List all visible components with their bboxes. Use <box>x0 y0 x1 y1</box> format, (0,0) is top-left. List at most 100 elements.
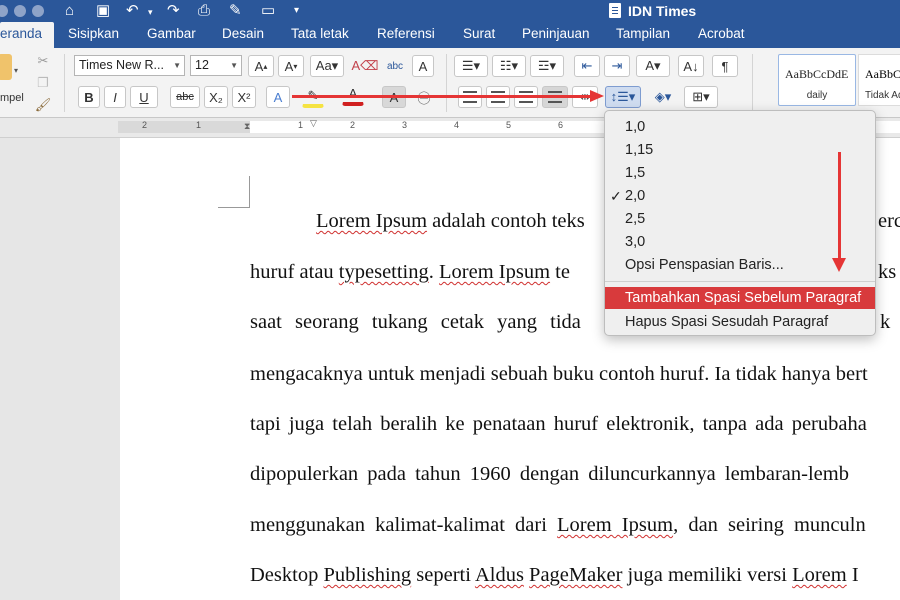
menu-item-line-spacing-options[interactable]: Opsi Penspasian Baris... <box>625 255 784 275</box>
tab-peninjauan[interactable]: Peninjauan <box>516 22 596 48</box>
redo-icon[interactable]: ↷ <box>167 1 180 21</box>
cut-icon[interactable]: ✂ <box>32 50 54 72</box>
title-bar: ⌂ ▣ ↶ ▾ ↷ ⎙ ✎ ▭ ▾ IDN Times <box>0 0 900 22</box>
doc-fragment: ks <box>878 261 897 283</box>
phonetic-icon[interactable]: abc <box>382 55 408 77</box>
window-zoom-dot[interactable] <box>32 5 44 17</box>
customize-dropdown-icon[interactable]: ▾ <box>294 1 299 21</box>
menu-item-2-0[interactable]: 2,0 <box>625 186 645 206</box>
show-marks-button[interactable]: ¶ <box>712 55 738 77</box>
superscript-button[interactable]: X² <box>232 86 256 108</box>
save-icon[interactable]: ▣ <box>96 1 110 21</box>
italic-button[interactable]: I <box>104 86 126 108</box>
doc-line-2[interactable]: huruf atau typesetting. Lorem Ipsum te <box>250 261 570 284</box>
decrease-indent-button[interactable]: ⇤ <box>574 55 600 77</box>
tab-tata-letak[interactable]: Tata letak <box>285 22 355 48</box>
indent-marker-icon[interactable]: ⧗ <box>244 121 250 132</box>
window-minimize-dot[interactable] <box>14 5 26 17</box>
menu-item-1-0[interactable]: 1,0 <box>625 117 645 137</box>
line-spacing-menu: 1,0 1,15 1,5 ✓ 2,0 2,5 3,0 Opsi Penspasi… <box>604 110 876 336</box>
tab-referensi[interactable]: Referensi <box>371 22 441 48</box>
ruler-label: 2 <box>142 120 148 130</box>
chevron-down-icon: ▼ <box>173 61 181 70</box>
font-size-field[interactable]: 12 ▼ <box>190 55 242 76</box>
style-daily[interactable]: AaBbCcDdE daily <box>778 54 856 106</box>
screen-icon[interactable]: ▭ <box>261 1 275 21</box>
ruler-margin <box>118 121 250 133</box>
paste-label: mpel <box>0 92 24 104</box>
doc-line-3[interactable]: saat seorang tukang cetak yang tida <box>250 311 581 334</box>
subscript-button[interactable]: X₂ <box>204 86 228 108</box>
shrink-font-button[interactable]: A ▾ <box>278 55 304 77</box>
sort-button[interactable]: A↓ <box>678 55 704 77</box>
increase-indent-button[interactable]: ⇥ <box>604 55 630 77</box>
undo-icon[interactable]: ↶ <box>126 1 139 21</box>
print-icon[interactable]: ⎙ <box>198 1 210 21</box>
margin-corner-mark <box>218 176 250 208</box>
tab-surat[interactable]: Surat <box>457 22 501 48</box>
menu-item-remove-space-after[interactable]: Hapus Spasi Sesudah Paragraf <box>625 312 828 332</box>
undo-dropdown-icon[interactable]: ▾ <box>148 2 153 22</box>
doc-line-8[interactable]: Desktop Publishing seperti Aldus PageMak… <box>250 564 859 587</box>
text-effects-icon[interactable]: A <box>266 86 290 108</box>
change-case-button[interactable]: Aa▾ <box>310 55 344 77</box>
ruler-label: 3 <box>402 120 408 130</box>
tab-gambar[interactable]: Gambar <box>141 22 202 48</box>
menu-item-3-0[interactable]: 3,0 <box>625 232 645 252</box>
style-no-spacing[interactable]: AaBbCcDdE Tidak Ad <box>858 54 900 106</box>
chevron-down-icon: ▼ <box>230 61 238 70</box>
borders-button[interactable]: ⊞▾ <box>684 86 718 108</box>
underline-button[interactable]: U <box>130 86 158 108</box>
ruler-label: 6 <box>558 120 564 130</box>
doc-line-5[interactable]: tapi juga telah beralih ke penataan huru… <box>250 413 867 436</box>
char-border-button[interactable]: A <box>412 55 434 77</box>
annotation-arrow-head <box>832 258 846 272</box>
doc-text: Lorem Ipsum <box>316 210 428 232</box>
font-name-field[interactable]: Times New R... ▼ <box>74 55 185 76</box>
tab-tampilan[interactable]: Tampilan <box>610 22 676 48</box>
tab-desain[interactable]: Desain <box>216 22 270 48</box>
shading-icon[interactable]: ◈▾ <box>648 86 678 108</box>
edit-icon[interactable]: ✎ <box>229 1 242 21</box>
ruler-label: 1 <box>196 120 202 130</box>
paste-icon[interactable] <box>0 54 12 80</box>
bullets-button[interactable]: ☰▾ <box>454 55 488 77</box>
menu-item-label: Tambahkan Spasi Sebelum Paragraf <box>625 290 862 306</box>
line-spacing-button[interactable]: ↕☰▾ <box>605 86 641 108</box>
tab-beranda[interactable]: eranda <box>0 22 54 48</box>
window-close-dot[interactable] <box>0 5 8 17</box>
style-preview: AaBbCcDdE <box>785 67 849 81</box>
annotation-arrow-right <box>292 95 594 98</box>
home-icon[interactable]: ⌂ <box>65 1 74 21</box>
asian-layout-button[interactable]: A▾ <box>636 55 670 77</box>
document-icon <box>609 3 621 18</box>
style-preview: AaBbCcDdE <box>865 67 900 81</box>
ribbon-tabs: eranda Sisipkan Gambar Desain Tata letak… <box>0 22 900 48</box>
style-caption: Tidak Ad <box>865 90 900 101</box>
numbering-button[interactable]: ☷▾ <box>492 55 526 77</box>
doc-line-4[interactable]: mengacaknya untuk menjadi sebuah buku co… <box>250 363 868 386</box>
tab-acrobat[interactable]: Acrobat <box>692 22 751 48</box>
tab-sisipkan[interactable]: Sisipkan <box>62 22 125 48</box>
multilevel-list-button[interactable]: ☲▾ <box>530 55 564 77</box>
menu-item-2-5[interactable]: 2,5 <box>625 209 645 229</box>
strikethrough-button[interactable]: abc <box>170 86 200 108</box>
bold-button[interactable]: B <box>78 86 100 108</box>
doc-line-6[interactable]: dipopulerkan pada tahun 1960 dengan dilu… <box>250 463 849 486</box>
menu-item-add-space-before[interactable]: Tambahkan Spasi Sebelum Paragraf <box>605 287 875 309</box>
style-caption: daily <box>806 90 828 101</box>
first-line-indent-icon[interactable]: ▽ <box>310 118 317 129</box>
copy-icon[interactable]: ❐ <box>32 72 54 94</box>
ruler-label: 2 <box>350 120 356 130</box>
menu-item-1-5[interactable]: 1,5 <box>625 163 645 183</box>
doc-line-7[interactable]: menggunakan kalimat-kalimat dari Lorem I… <box>250 514 866 537</box>
grow-font-button[interactable]: A ▴ <box>248 55 274 77</box>
doc-line-1[interactable]: Lorem Ipsum adalah contoh teks <box>316 210 585 233</box>
paste-dropdown-icon[interactable]: ▾ <box>14 66 18 75</box>
format-painter-icon[interactable]: 🖌 <box>32 94 54 116</box>
clear-format-icon[interactable]: A⌫ <box>351 55 378 77</box>
ruler-label: 4 <box>454 120 460 130</box>
doc-fragment: erce <box>878 210 900 232</box>
menu-item-1-15[interactable]: 1,15 <box>625 140 653 160</box>
ruler-label: 5 <box>506 120 512 130</box>
